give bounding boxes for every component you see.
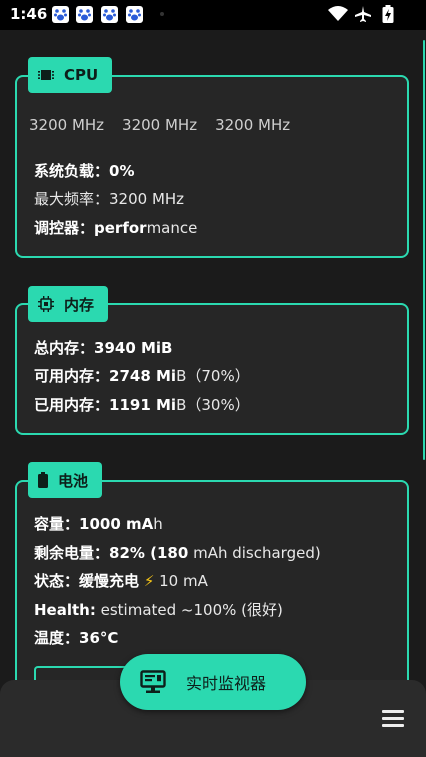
memory-used-row: 已用内存：1191 MiB（30%） bbox=[34, 394, 250, 415]
cpu-max-freq-row: 最大频率：3200 MHz bbox=[34, 188, 184, 209]
memory-used-label: 已用内存： bbox=[34, 396, 110, 414]
memory-available-row: 可用内存：2748 MiB（70%） bbox=[34, 365, 250, 386]
memory-used-value: 1191 Mi bbox=[109, 396, 177, 414]
lightning-icon: ⚡ bbox=[143, 572, 155, 590]
cpu-frequency-list: 3200 MHz 3200 MHz 3200 MHz bbox=[29, 116, 308, 134]
cpu-load-row: 系统负载：0% bbox=[34, 160, 134, 181]
realtime-monitor-button[interactable]: 实时监视器 bbox=[120, 654, 306, 710]
scroll-indicator bbox=[423, 40, 425, 460]
cpu-title: CPU bbox=[64, 66, 99, 84]
memory-total-label: 总内存： bbox=[34, 339, 95, 357]
monitor-icon bbox=[140, 670, 166, 694]
realtime-monitor-label: 实时监视器 bbox=[186, 674, 267, 693]
battery-temp-label: 温度： bbox=[34, 629, 80, 647]
battery-title: 电池 bbox=[58, 471, 89, 490]
status-time: 1:46 bbox=[10, 5, 48, 23]
memory-card-header: 内存 bbox=[28, 286, 109, 322]
battery-status-label: 状态： bbox=[34, 572, 80, 590]
cpu-chip-icon bbox=[38, 68, 54, 82]
battery-capacity-label: 容量： bbox=[34, 515, 80, 533]
memory-available-value: 2748 Mi bbox=[109, 367, 177, 385]
battery-remaining-label: 剩余电量： bbox=[34, 544, 110, 562]
battery-capacity-row: 容量：1000 mAh bbox=[34, 513, 163, 534]
battery-temp-row: 温度：36°C bbox=[34, 627, 118, 648]
cpu-core-frequency: 3200 MHz bbox=[215, 116, 291, 134]
cpu-core-frequency: 3200 MHz bbox=[122, 116, 198, 134]
baidu-paw-icon bbox=[101, 6, 118, 23]
battery-remaining-value: 82% (180 bbox=[109, 544, 189, 562]
battery-status-value: 缓慢充电 bbox=[79, 572, 140, 590]
battery-temp-value: 36°C bbox=[79, 629, 119, 647]
baidu-paw-icon bbox=[126, 6, 143, 23]
battery-charging-icon bbox=[382, 5, 394, 23]
memory-title: 内存 bbox=[64, 295, 95, 314]
cpu-load-value: 0% bbox=[109, 162, 135, 180]
cpu-card-header: CPU bbox=[28, 57, 113, 93]
cpu-governor-value: perfor bbox=[94, 219, 147, 237]
memory-used-percent: B（30%） bbox=[176, 396, 250, 414]
battery-card-header: 电池 bbox=[28, 462, 103, 498]
notification-dot bbox=[160, 12, 164, 16]
baidu-paw-icon bbox=[76, 6, 93, 23]
cpu-max-freq-label: 最大频率： bbox=[34, 190, 110, 208]
memory-total-value: 3940 MiB bbox=[94, 339, 173, 357]
baidu-paw-icon bbox=[52, 6, 69, 23]
memory-available-percent: B（70%） bbox=[176, 367, 250, 385]
cpu-max-freq-value: 3200 MHz bbox=[109, 190, 185, 208]
battery-remaining-row: 剩余电量：82% (180 mAh discharged) bbox=[34, 542, 321, 563]
airplane-icon bbox=[355, 6, 371, 22]
memory-chip-icon bbox=[38, 296, 54, 312]
cpu-governor-row: 调控器：performance bbox=[34, 217, 197, 238]
battery-health-row: Health: estimated ~100% (很好) bbox=[34, 599, 283, 620]
status-bar: 1:46 bbox=[0, 0, 426, 30]
battery-health-label: Health: bbox=[34, 601, 96, 619]
menu-icon[interactable] bbox=[382, 710, 404, 727]
system-icons bbox=[328, 5, 398, 23]
memory-available-label: 可用内存： bbox=[34, 367, 110, 385]
battery-status-row: 状态：缓慢充电 ⚡ 10 mA bbox=[34, 570, 208, 591]
cpu-governor-label: 调控器： bbox=[34, 219, 95, 237]
cpu-core-frequency: 3200 MHz bbox=[29, 116, 105, 134]
wifi-icon bbox=[328, 6, 348, 21]
cpu-load-label: 系统负载： bbox=[34, 162, 110, 180]
battery-capacity-value: 1000 mA bbox=[79, 515, 154, 533]
battery-status-current: 10 mA bbox=[159, 572, 208, 590]
battery-health-value: estimated ~100% (很好) bbox=[95, 601, 283, 619]
memory-total-row: 总内存：3940 MiB bbox=[34, 337, 173, 358]
battery-icon bbox=[38, 472, 48, 488]
battery-capacity-unit: h bbox=[153, 515, 163, 533]
battery-remaining-detail: mAh discharged) bbox=[188, 544, 321, 562]
cpu-governor-value-rest: mance bbox=[146, 219, 198, 237]
